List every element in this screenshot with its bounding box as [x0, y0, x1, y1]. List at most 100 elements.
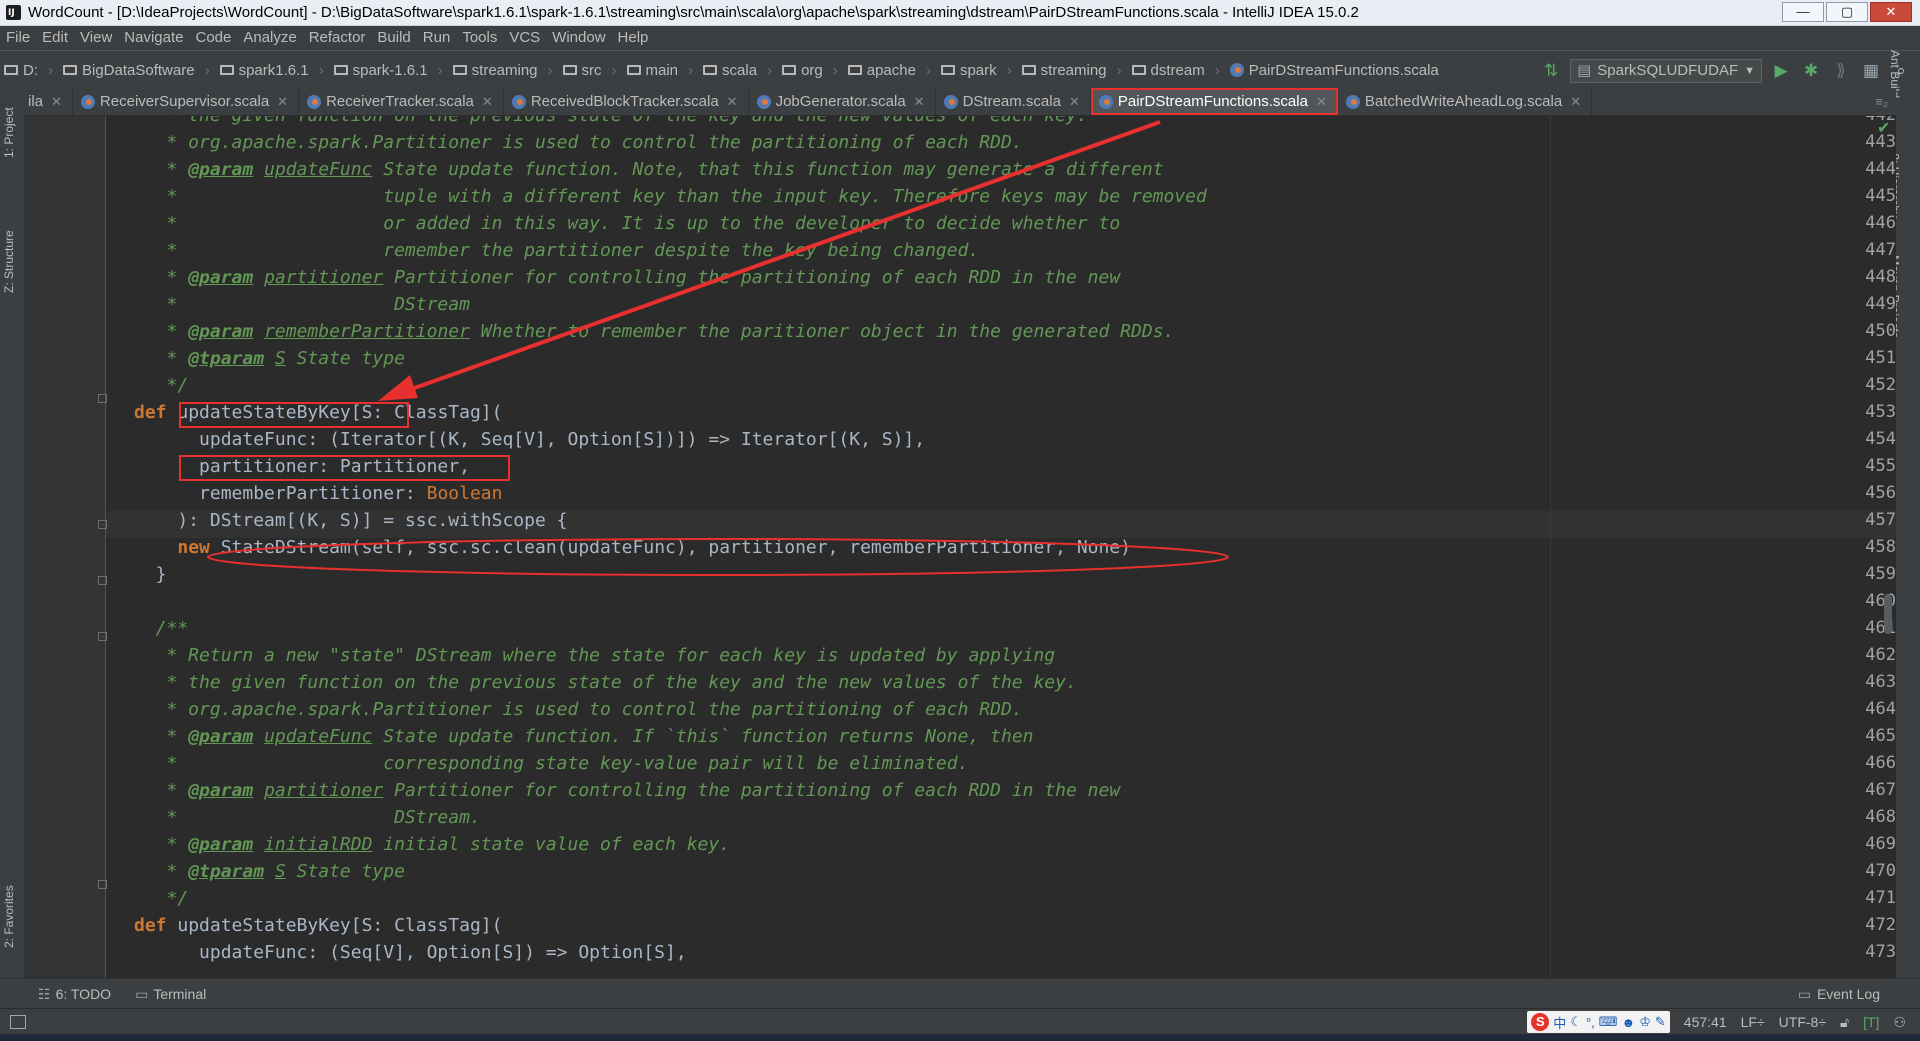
- menu-analyze[interactable]: Analyze: [237, 26, 302, 50]
- folder-icon: [562, 65, 577, 75]
- tab-dstream[interactable]: DStream.scala ✕: [936, 88, 1091, 115]
- menu-vcs[interactable]: VCS: [503, 26, 546, 50]
- menu-run[interactable]: Run: [417, 26, 457, 50]
- keyword: def: [134, 915, 167, 936]
- code-line: updateFunc: (Seq[V], Option[S]) => Optio…: [134, 942, 687, 963]
- tab-receivedblocktracker[interactable]: ReceivedBlockTracker.scala ✕: [504, 88, 749, 115]
- tool-window-bar: ☷ 6: TODO ▭ Terminal ▭ Event Log: [0, 978, 1920, 1009]
- doc-text: Partitioner for controlling the partitio…: [383, 780, 1121, 801]
- folder-icon: [782, 65, 797, 75]
- maximize-button[interactable]: ▢: [1826, 2, 1868, 22]
- inspection-icon[interactable]: [T]: [1863, 1014, 1879, 1030]
- doc-prefix: *: [134, 159, 189, 180]
- project-tool-button[interactable]: 1: Project: [2, 107, 16, 158]
- todo-icon: ☷: [38, 985, 51, 1002]
- breadcrumb-streaming-pkg[interactable]: streaming ›: [1018, 62, 1128, 79]
- caret-position[interactable]: 457:41: [1684, 1014, 1727, 1030]
- tabs-overflow-button[interactable]: ≡₂: [1867, 88, 1896, 115]
- breadcrumb-separator: ›: [318, 61, 324, 79]
- close-icon[interactable]: ✕: [1570, 94, 1581, 110]
- run-config-label: SparkSQLUDFUDAF: [1597, 62, 1739, 79]
- breadcrumb-drive[interactable]: D: ›: [0, 62, 59, 79]
- menu-code[interactable]: Code: [189, 26, 237, 50]
- breadcrumb-org[interactable]: org ›: [778, 62, 844, 79]
- hector-icon[interactable]: ⚇: [1893, 1014, 1906, 1031]
- close-icon[interactable]: ✕: [51, 94, 62, 110]
- tool-windows-toggle-icon[interactable]: [10, 1015, 26, 1029]
- minimize-button[interactable]: —: [1782, 2, 1824, 22]
- breadcrumb-spark[interactable]: spark ›: [937, 62, 1018, 79]
- breadcrumb-src[interactable]: src ›: [559, 62, 623, 79]
- doc-text: initial state value of each key.: [372, 834, 731, 855]
- event-log-button[interactable]: ▭ Event Log: [1798, 986, 1920, 1003]
- run-with-coverage-icon[interactable]: ⟫: [1830, 60, 1852, 82]
- code-text: updateStateByKey[S: ClassTag](: [166, 915, 503, 936]
- tab-partial[interactable]: ila ✕: [24, 88, 73, 115]
- folder-icon: [4, 65, 18, 75]
- code-text: rememberPartitioner:: [134, 483, 427, 504]
- terminal-tool-button[interactable]: ▭ Terminal: [123, 986, 218, 1003]
- breadcrumb-separator: ›: [767, 61, 773, 79]
- tab-batchedwriteaheadlog[interactable]: BatchedWriteAheadLog.scala ✕: [1338, 88, 1593, 115]
- structure-tool-button[interactable]: Z: Structure: [2, 230, 16, 293]
- doc-text: State update function. Note, that this f…: [372, 159, 1164, 180]
- breadcrumb-apache[interactable]: apache ›: [844, 62, 937, 79]
- breadcrumb-main[interactable]: main ›: [623, 62, 700, 79]
- todo-tool-button[interactable]: ☷ 6: TODO: [0, 986, 123, 1003]
- scala-class-icon: [943, 94, 958, 109]
- close-icon[interactable]: ✕: [277, 94, 288, 110]
- breadcrumb-label: org: [801, 61, 823, 79]
- close-window-button[interactable]: ✕: [1870, 2, 1912, 22]
- breadcrumb-scala[interactable]: scala ›: [699, 62, 778, 79]
- close-icon[interactable]: ✕: [914, 94, 925, 110]
- breadcrumb-dstream[interactable]: dstream ›: [1128, 62, 1226, 79]
- run-icon[interactable]: ▶: [1770, 60, 1792, 82]
- close-icon[interactable]: ✕: [727, 94, 738, 110]
- sort-icon[interactable]: ⇅: [1540, 60, 1562, 82]
- tab-label: PairDStreamFunctions.scala: [1117, 93, 1308, 110]
- breadcrumb-spark161[interactable]: spark1.6.1 ›: [216, 62, 330, 79]
- breadcrumb-file[interactable]: PairDStreamFunctions.scala: [1226, 62, 1445, 79]
- menu-window[interactable]: Window: [546, 26, 611, 50]
- run-configuration-select[interactable]: ▤ SparkSQLUDFUDAF ▼: [1570, 59, 1762, 83]
- code-editor[interactable]: 442 443 444 445 446 447 448 449 450 451 …: [24, 116, 1896, 978]
- menu-refactor[interactable]: Refactor: [303, 26, 372, 50]
- breadcrumb-bigdatasoftware[interactable]: BigDataSoftware ›: [59, 62, 216, 79]
- code-line: * org.apache.spark.Partitioner is used t…: [134, 699, 1023, 720]
- file-encoding[interactable]: UTF-8÷: [1779, 1014, 1826, 1030]
- close-icon[interactable]: ✕: [482, 94, 493, 110]
- breadcrumb-spark-1-6-1[interactable]: spark-1.6.1 ›: [330, 62, 449, 79]
- menu-help[interactable]: Help: [612, 26, 655, 50]
- folder-icon: [626, 65, 641, 75]
- menu-tools[interactable]: Tools: [456, 26, 503, 50]
- todo-label: 6: TODO: [55, 986, 112, 1002]
- code-line: */: [134, 888, 189, 909]
- folder-icon: [63, 65, 77, 75]
- code-line: * DStream: [134, 294, 470, 315]
- folder-icon: [1021, 65, 1036, 75]
- close-icon[interactable]: ✕: [1069, 94, 1080, 110]
- tab-pairdstreamfunctions[interactable]: PairDStreamFunctions.scala ✕: [1090, 88, 1338, 115]
- code-line: * the given function on the previous sta…: [134, 116, 1088, 129]
- input-method-toolbar[interactable]: S 中 ☾ °, ⌨ ☻ ♔ ✎: [1527, 1011, 1670, 1033]
- lock-icon[interactable]: 🔓︎: [1840, 1014, 1849, 1031]
- tab-receivertracker[interactable]: ReceiverTracker.scala ✕: [299, 88, 504, 115]
- tab-receiversupervisor[interactable]: ReceiverSupervisor.scala ✕: [73, 88, 300, 115]
- favorites-tool-button[interactable]: 2: Favorites: [2, 885, 16, 948]
- vertical-scrollbar-thumb[interactable]: [1884, 594, 1892, 634]
- breadcrumb-label: main: [645, 61, 679, 79]
- menu-file[interactable]: File: [0, 26, 36, 50]
- line-separator[interactable]: LF÷: [1741, 1014, 1765, 1030]
- navigation-bar: D: › BigDataSoftware › spark1.6.1 › spark-1…: [0, 50, 1920, 90]
- menu-edit[interactable]: Edit: [36, 26, 74, 50]
- code-line: * @param updateFunc State update functio…: [134, 726, 1034, 747]
- tab-jobgenerator[interactable]: JobGenerator.scala ✕: [749, 88, 936, 115]
- keyword: def: [134, 402, 167, 423]
- breadcrumb-streaming[interactable]: streaming ›: [449, 62, 559, 79]
- menu-view[interactable]: View: [74, 26, 118, 50]
- close-icon[interactable]: ✕: [1316, 94, 1327, 110]
- project-structure-icon[interactable]: ▦: [1860, 60, 1882, 82]
- debug-icon[interactable]: ✱: [1800, 60, 1822, 82]
- menu-navigate[interactable]: Navigate: [118, 26, 189, 50]
- menu-build[interactable]: Build: [371, 26, 416, 50]
